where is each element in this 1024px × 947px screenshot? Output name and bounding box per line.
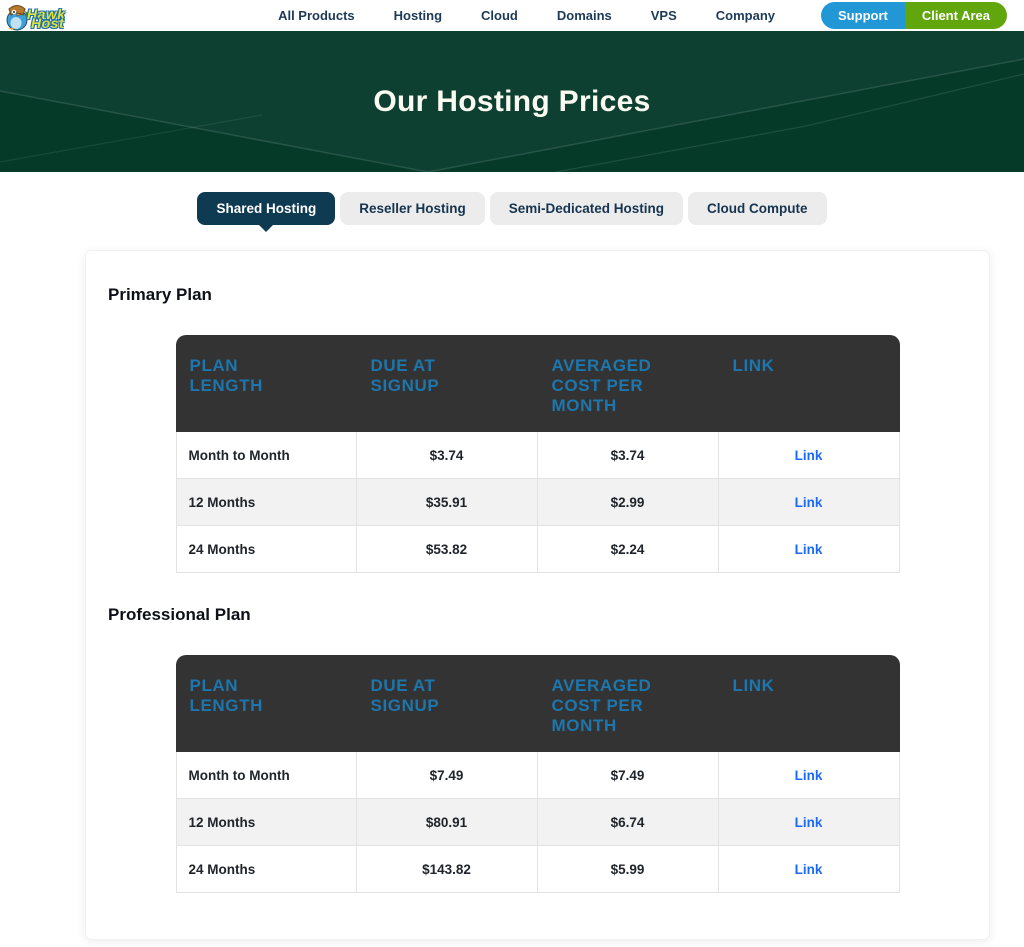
monthly-price-cell: $6.74 <box>538 799 719 846</box>
col-avg-cost: Averaged Cost per Month <box>538 335 719 432</box>
tab-semi-dedicated-hosting[interactable]: Semi-Dedicated Hosting <box>490 192 683 225</box>
pricing-card: Primary Plan Plan Length Due at Signup A… <box>85 250 990 940</box>
table-header-row: Plan Length Due at Signup Averaged Cost … <box>176 655 900 752</box>
col-due-at-signup: Due at Signup <box>357 335 538 432</box>
monthly-price-cell: $5.99 <box>538 846 719 893</box>
table-row: 24 Months $143.82 $5.99 Link <box>176 846 900 893</box>
col-link: Link <box>719 335 900 432</box>
professional-plan-title: Professional Plan <box>108 605 989 625</box>
link-cell: Link <box>719 479 900 526</box>
tab-reseller-hosting[interactable]: Reseller Hosting <box>340 192 485 225</box>
signup-price-cell: $80.91 <box>357 799 538 846</box>
table-row: Month to Month $7.49 $7.49 Link <box>176 752 900 799</box>
nav-item-cloud[interactable]: Cloud <box>481 8 518 23</box>
signup-price-cell: $53.82 <box>357 526 538 573</box>
link-cell: Link <box>719 432 900 479</box>
monthly-price-cell: $2.99 <box>538 479 719 526</box>
plan-link[interactable]: Link <box>795 542 823 557</box>
signup-price-cell: $143.82 <box>357 846 538 893</box>
link-cell: Link <box>719 526 900 573</box>
top-navigation: Hawk Host All Products Hosting Cloud Dom… <box>0 0 1024 31</box>
support-button[interactable]: Support <box>821 2 905 29</box>
brand-logo[interactable]: Hawk Host <box>3 0 66 31</box>
professional-plan-table: Plan Length Due at Signup Averaged Cost … <box>176 655 900 893</box>
col-due-at-signup: Due at Signup <box>357 655 538 752</box>
monthly-price-cell: $7.49 <box>538 752 719 799</box>
account-buttons: Support Client Area <box>821 2 1007 29</box>
plan-link[interactable]: Link <box>795 815 823 830</box>
plan-length-cell: Month to Month <box>176 432 357 479</box>
primary-plan-table: Plan Length Due at Signup Averaged Cost … <box>176 335 900 573</box>
tab-shared-hosting[interactable]: Shared Hosting <box>197 192 335 225</box>
hero-banner: Our Hosting Prices <box>0 31 1024 172</box>
signup-price-cell: $3.74 <box>357 432 538 479</box>
plan-length-cell: 12 Months <box>176 479 357 526</box>
table-header-row: Plan Length Due at Signup Averaged Cost … <box>176 335 900 432</box>
link-cell: Link <box>719 846 900 893</box>
plan-length-cell: 24 Months <box>176 846 357 893</box>
col-plan-length: Plan Length <box>176 335 357 432</box>
nav-item-hosting[interactable]: Hosting <box>394 8 442 23</box>
col-link: Link <box>719 655 900 752</box>
nav-item-domains[interactable]: Domains <box>557 8 612 23</box>
col-plan-length: Plan Length <box>176 655 357 752</box>
plan-length-cell: 24 Months <box>176 526 357 573</box>
plan-length-cell: Month to Month <box>176 752 357 799</box>
tab-cloud-compute[interactable]: Cloud Compute <box>688 192 827 225</box>
signup-price-cell: $35.91 <box>357 479 538 526</box>
monthly-price-cell: $3.74 <box>538 432 719 479</box>
nav-item-all-products[interactable]: All Products <box>278 8 355 23</box>
page-title: Our Hosting Prices <box>373 85 650 119</box>
brand-wordmark: Hawk Host <box>27 10 66 31</box>
nav-item-vps[interactable]: VPS <box>651 8 677 23</box>
primary-plan-title: Primary Plan <box>108 285 989 305</box>
table-row: Month to Month $3.74 $3.74 Link <box>176 432 900 479</box>
signup-price-cell: $7.49 <box>357 752 538 799</box>
hosting-category-tabs: Shared Hosting Reseller Hosting Semi-Ded… <box>0 192 1024 225</box>
link-cell: Link <box>719 752 900 799</box>
plan-link[interactable]: Link <box>795 768 823 783</box>
nav-item-company[interactable]: Company <box>716 8 775 23</box>
main-menu: All Products Hosting Cloud Domains VPS C… <box>278 8 775 23</box>
plan-length-cell: 12 Months <box>176 799 357 846</box>
monthly-price-cell: $2.24 <box>538 526 719 573</box>
plan-link[interactable]: Link <box>795 448 823 463</box>
table-row: 12 Months $35.91 $2.99 Link <box>176 479 900 526</box>
link-cell: Link <box>719 799 900 846</box>
table-row: 24 Months $53.82 $2.24 Link <box>176 526 900 573</box>
plan-link[interactable]: Link <box>795 862 823 877</box>
client-area-button[interactable]: Client Area <box>905 2 1007 29</box>
plan-link[interactable]: Link <box>795 495 823 510</box>
col-avg-cost: Averaged Cost per Month <box>538 655 719 752</box>
table-row: 12 Months $80.91 $6.74 Link <box>176 799 900 846</box>
